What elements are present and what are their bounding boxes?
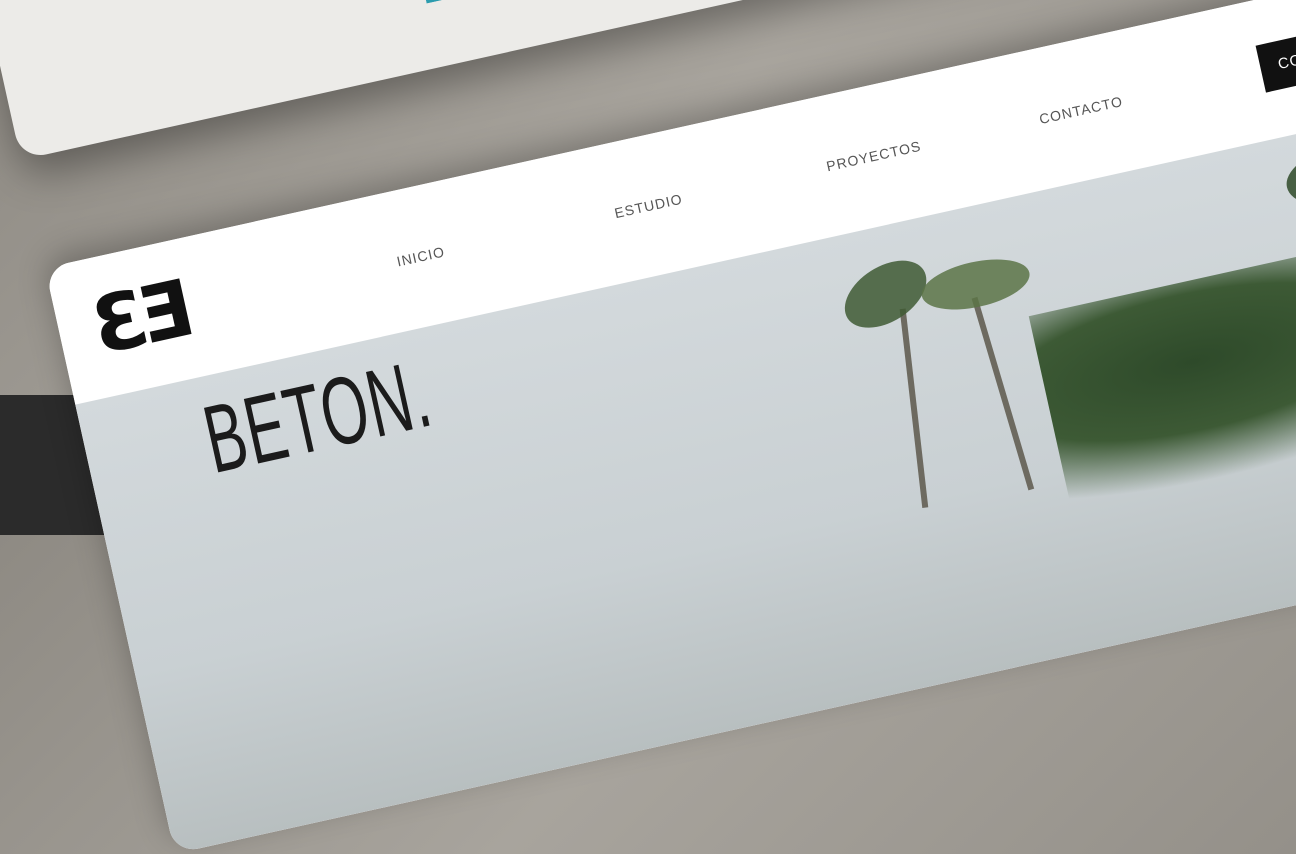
website-preview-card: ƐƎ INICIO ESTUDIO PROYECTOS CONTACTO CON… [45, 0, 1296, 854]
palm-frond-image [1280, 132, 1296, 217]
palm-trunk-image [971, 296, 1035, 491]
nav-link-estudio[interactable]: ESTUDIO [613, 191, 684, 222]
pool-image [398, 0, 622, 4]
nav-link-contacto[interactable]: CONTACTO [1038, 93, 1125, 127]
nav-link-proyectos[interactable]: PROYECTOS [825, 138, 923, 175]
contact-cta-button[interactable]: CON [1255, 0, 1296, 93]
site-logo[interactable]: ƐƎ [85, 265, 211, 373]
pool-house-photo [398, 0, 798, 4]
tree-foliage-image [1028, 207, 1296, 512]
palm-trunk-image [899, 308, 929, 508]
nav-link-inicio[interactable]: INICIO [395, 243, 446, 269]
